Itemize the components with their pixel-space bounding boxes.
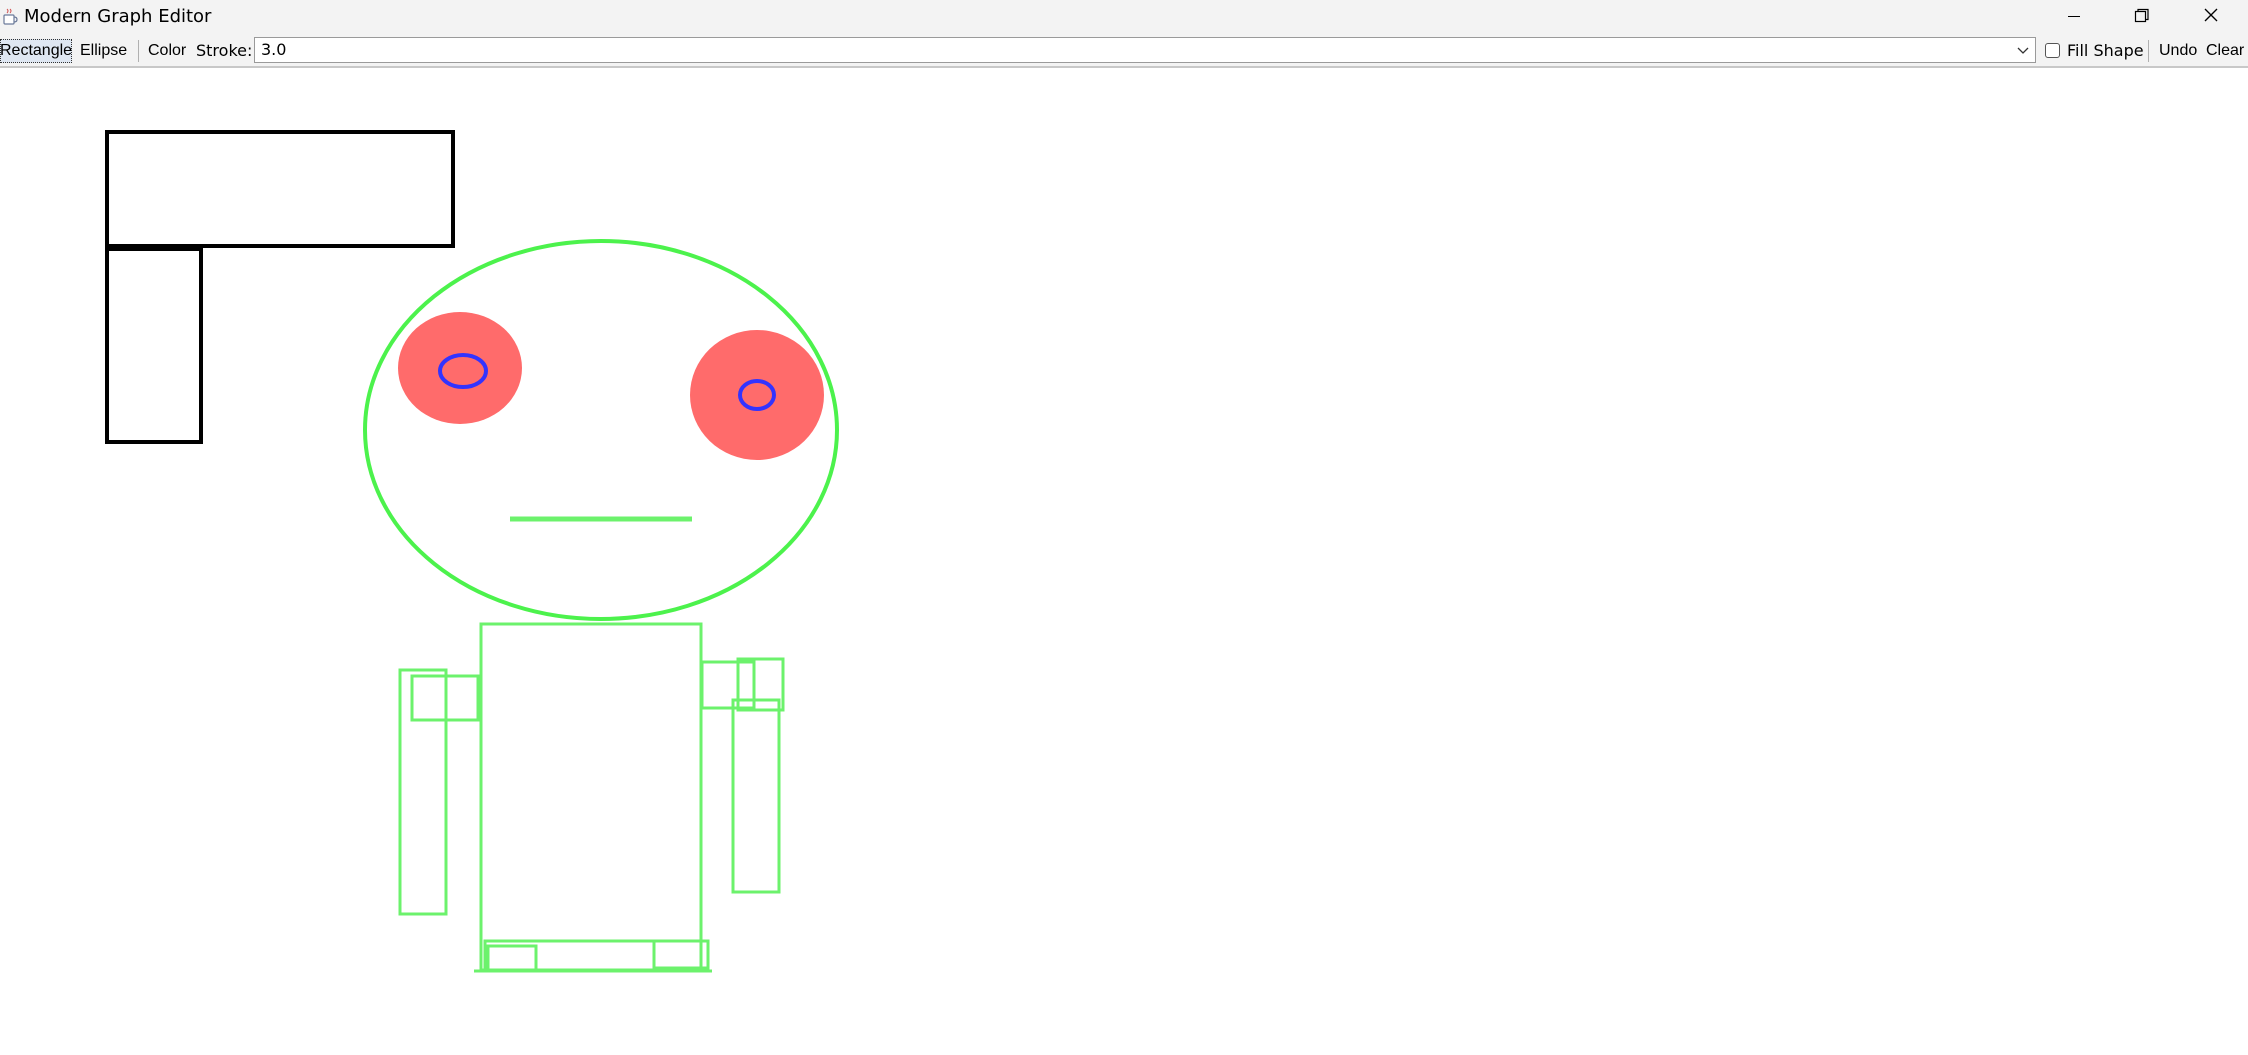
rectangle-tool-button[interactable]: Rectangle [0, 39, 72, 63]
canvas-rectangle-arm[interactable] [731, 698, 781, 894]
canvas-rectangle[interactable] [105, 247, 203, 444]
close-button[interactable] [2176, 0, 2246, 34]
chevron-down-icon [2017, 47, 2029, 54]
minimize-icon [2068, 16, 2080, 17]
canvas-rectangle-body[interactable] [479, 622, 703, 972]
restore-icon [2134, 8, 2149, 23]
fill-shape-checkbox[interactable] [2045, 43, 2060, 58]
drawing-canvas[interactable] [0, 70, 2248, 1055]
stroke-select[interactable]: 3.0 [254, 37, 2036, 63]
ellipse-tool-button[interactable]: Ellipse [80, 39, 127, 63]
stroke-value: 3.0 [261, 40, 287, 59]
window-title: Modern Graph Editor [24, 6, 212, 27]
color-button[interactable]: Color [148, 39, 186, 63]
restore-button[interactable] [2106, 0, 2176, 34]
canvas-rectangle-shoulder[interactable] [736, 657, 785, 712]
minimize-button[interactable] [2038, 0, 2108, 34]
canvas-rectangle-foot[interactable] [486, 944, 538, 972]
canvas-rectangle[interactable] [105, 130, 455, 248]
canvas-ellipse-eye-right[interactable] [690, 330, 824, 460]
toolbar: Rectangle Ellipse Color Stroke: 3.0 Fill… [0, 34, 2248, 68]
close-icon [2204, 8, 2218, 22]
canvas-rectangle-arm[interactable] [398, 668, 448, 916]
toolbar-divider [138, 40, 139, 62]
clear-button[interactable]: Clear [2206, 39, 2244, 63]
java-coffee-icon [3, 8, 18, 25]
title-bar: Modern Graph Editor [0, 0, 2248, 34]
toolbar-divider [2148, 40, 2149, 62]
canvas-ellipse-eye-left[interactable] [398, 312, 522, 424]
undo-button[interactable]: Undo [2159, 39, 2197, 63]
stroke-label: Stroke: [196, 41, 253, 60]
fill-shape-label[interactable]: Fill Shape [2067, 39, 2144, 63]
